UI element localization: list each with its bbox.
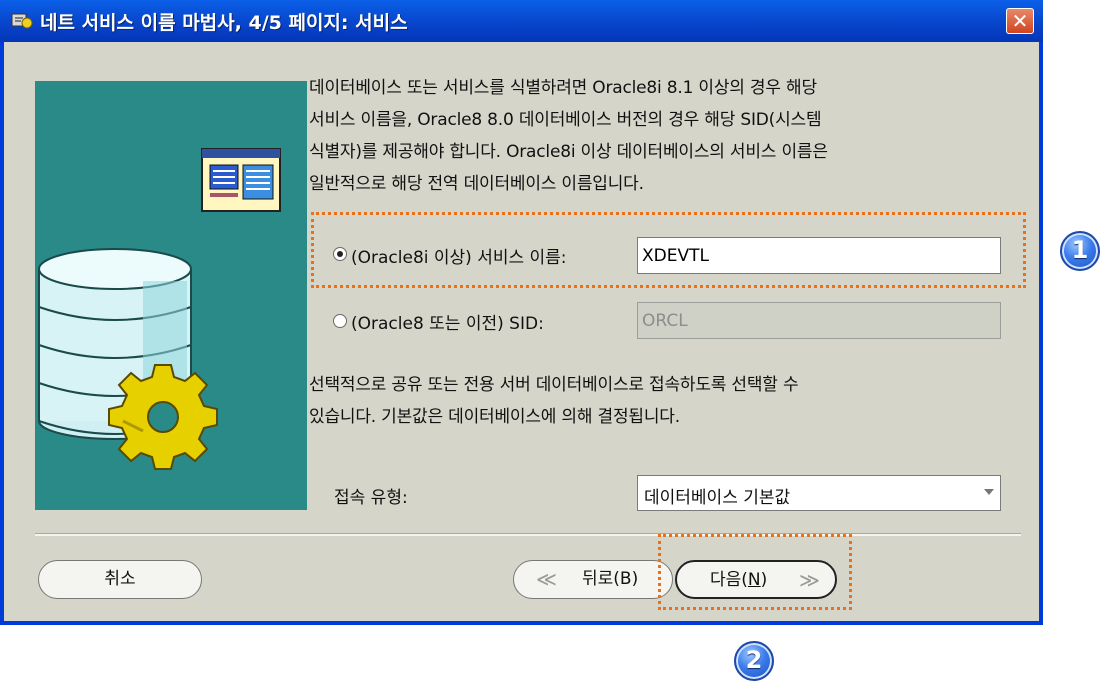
close-icon: ✕ xyxy=(1011,9,1029,33)
intro-line: 일반적으로 해당 전역 데이터베이스 이름입니다. xyxy=(309,174,644,194)
wizard-body: 데이터베이스 또는 서비스를 식별하려면 Oracle8i 8.1 이상의 경우… xyxy=(4,42,1039,621)
service-name-input[interactable] xyxy=(637,237,1001,274)
chevron-down-icon xyxy=(984,489,994,495)
title-bar: 네트 서비스 이름 마법사, 4/5 페이지: 서비스 ✕ xyxy=(0,0,1043,42)
intro-text: 데이터베이스 또는 서비스를 식별하려면 Oracle8i 8.1 이상의 경우… xyxy=(309,72,828,200)
step-badge-1: 1 xyxy=(1060,231,1100,271)
document-icon xyxy=(201,148,281,212)
connection-type-value: 데이터베이스 기본값 xyxy=(644,488,791,508)
wizard-icon xyxy=(11,13,33,29)
wizard-window: 네트 서비스 이름 마법사, 4/5 페이지: 서비스 ✕ 데이터베이스 또는 … xyxy=(0,0,1043,625)
sid-label: (Oracle8 또는 이전) SID: xyxy=(351,314,544,334)
connection-text: 선택적으로 공유 또는 전용 서버 데이터베이스로 접속하도록 선택할 수 있습… xyxy=(309,369,799,433)
database-gear-icon xyxy=(35,81,307,510)
service-name-radio[interactable] xyxy=(333,247,347,261)
back-label: 뒤로(B) xyxy=(582,569,639,589)
step-badge-2: 2 xyxy=(734,641,774,681)
intro-line: 데이터베이스 또는 서비스를 식별하려면 Oracle8i 8.1 이상의 경우… xyxy=(309,78,817,98)
back-chevron-icon: ≪ xyxy=(536,567,557,591)
sid-radio[interactable] xyxy=(333,314,347,328)
intro-line: 식별자)를 제공해야 합니다. Oracle8i 이상 데이터베이스의 서비스 … xyxy=(309,142,828,162)
connection-line: 선택적으로 공유 또는 전용 서버 데이터베이스로 접속하도록 선택할 수 xyxy=(309,375,799,395)
sid-input[interactable] xyxy=(637,302,1001,339)
connection-line: 있습니다. 기본값은 데이터베이스에 의해 결정됩니다. xyxy=(309,407,680,427)
back-button[interactable]: ≪ 뒤로(B) xyxy=(513,560,673,599)
intro-line: 서비스 이름을, Oracle8 8.0 데이터베이스 버전의 경우 해당 SI… xyxy=(309,110,822,130)
radio-selected-dot xyxy=(337,251,343,257)
cancel-button[interactable]: 취소 xyxy=(38,560,202,599)
window-title: 네트 서비스 이름 마법사, 4/5 페이지: 서비스 xyxy=(40,12,408,34)
separator xyxy=(35,533,1021,536)
service-name-label: (Oracle8i 이상) 서비스 이름: xyxy=(351,248,567,268)
connection-type-dropdown[interactable]: 데이터베이스 기본값 xyxy=(637,475,1001,511)
connection-type-label: 접속 유형: xyxy=(334,488,408,508)
next-button-highlight xyxy=(658,534,852,610)
close-button[interactable]: ✕ xyxy=(1006,8,1034,34)
cancel-label: 취소 xyxy=(104,569,136,589)
